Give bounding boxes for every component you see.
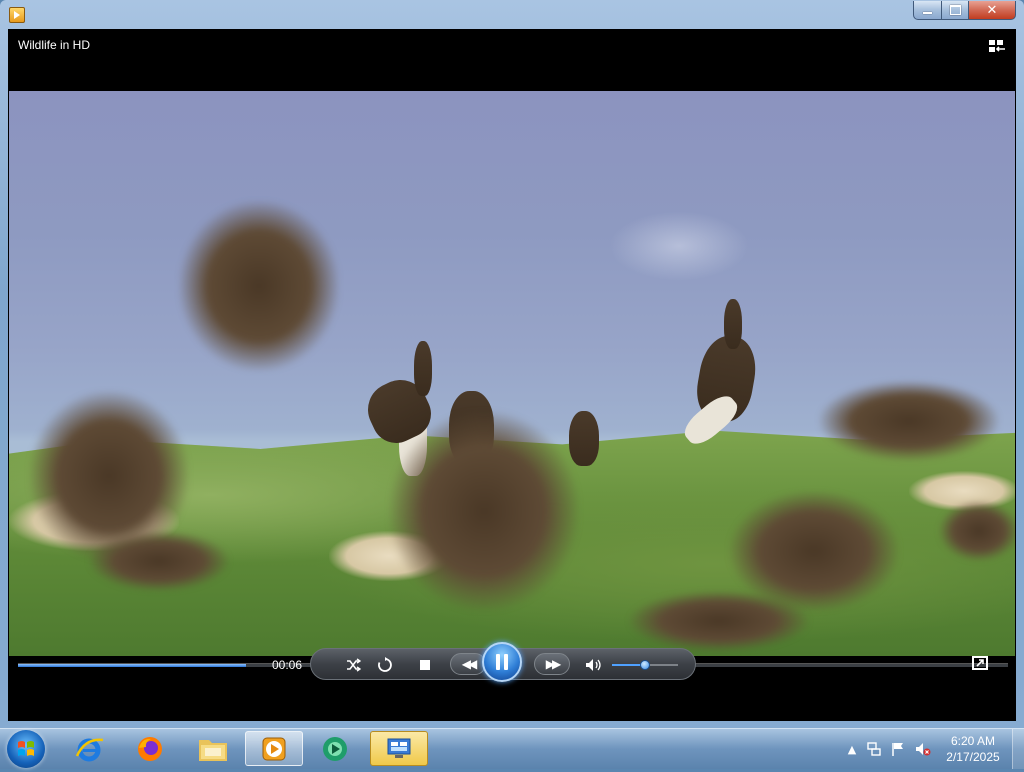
bird-neck [724, 299, 742, 349]
minimize-icon [923, 11, 932, 14]
stop-icon [420, 660, 430, 670]
video-title: Wildlife in HD [18, 38, 91, 52]
volume-tray-button[interactable] [915, 741, 931, 757]
taskbar-windows-explorer[interactable] [184, 731, 242, 766]
pause-icon [494, 654, 510, 670]
next-icon: ▶▶ [545, 657, 562, 671]
previous-icon: ◀◀ [461, 657, 478, 671]
taskbar-windows-media-center[interactable] [306, 731, 364, 766]
media-player-window: ✕ Wildlife in HD 00:06 ◀◀ ▶▶ [0, 0, 1024, 728]
show-desktop-button[interactable] [1012, 729, 1024, 769]
flag-icon [892, 743, 903, 756]
media-center-icon [323, 736, 347, 761]
clock-time: 6:20 AM [950, 734, 996, 748]
pause-button[interactable] [482, 642, 522, 682]
flying-bird [629, 591, 809, 651]
close-icon: ✕ [986, 2, 998, 18]
flying-bird [939, 501, 1015, 561]
chevron-up-icon: ▲ [847, 742, 857, 756]
maximize-icon [949, 5, 961, 15]
taskbar-remote-desktop-app[interactable] [370, 731, 428, 766]
stop-button[interactable] [415, 656, 435, 674]
shuffle-icon [347, 658, 361, 672]
system-clock[interactable]: 6:20 AM 2/17/2025 [938, 733, 1008, 765]
show-hidden-icons-button[interactable]: ▲ [844, 741, 860, 757]
start-button[interactable] [7, 730, 45, 768]
taskbar: ▲ 6:20 AM 2/17/2025 [0, 728, 1024, 769]
repeat-icon [378, 657, 392, 672]
media-player-app-icon [262, 737, 286, 760]
flying-bird [819, 381, 999, 461]
shuffle-button[interactable] [343, 656, 363, 674]
speaker-muted-icon [916, 743, 931, 756]
close-button[interactable]: ✕ [968, 1, 1016, 20]
next-button[interactable]: ▶▶ [534, 653, 570, 675]
previous-button[interactable]: ◀◀ [450, 653, 486, 675]
cloud [609, 211, 749, 281]
minimize-button[interactable] [913, 1, 942, 20]
elapsed-time: 00:06 [272, 658, 303, 672]
taskbar-windows-media-player[interactable] [245, 731, 303, 766]
taskbar-firefox[interactable] [121, 731, 179, 766]
control-panel-icon [387, 738, 411, 758]
switch-to-library-icon[interactable] [987, 38, 1007, 54]
clock-date: 2/17/2025 [946, 750, 1000, 764]
maximize-button[interactable] [941, 1, 969, 20]
fullscreen-button[interactable] [972, 656, 988, 670]
volume-thumb[interactable] [640, 660, 650, 670]
folder-icon [199, 739, 227, 761]
internet-explorer-icon [75, 738, 104, 761]
firefox-icon [138, 736, 162, 761]
title-bar[interactable]: ✕ [0, 0, 1024, 28]
network-icon [867, 742, 881, 756]
repeat-button[interactable] [375, 656, 395, 674]
network-tray-button[interactable] [866, 741, 882, 757]
volume-icon [586, 659, 601, 671]
taskbar-internet-explorer[interactable] [60, 731, 118, 766]
windows-logo-icon [18, 741, 34, 756]
flying-bird [89, 531, 229, 591]
flying-bird [389, 411, 579, 611]
mute-button[interactable] [584, 656, 604, 674]
now-playing-area: Wildlife in HD [8, 29, 1016, 721]
volume-slider[interactable] [612, 660, 678, 670]
bird-neck [414, 341, 432, 396]
media-player-icon[interactable] [9, 7, 25, 23]
action-center-button[interactable] [890, 741, 906, 757]
flying-bird [179, 201, 339, 371]
video-frame[interactable] [9, 91, 1015, 656]
fullscreen-icon [976, 659, 984, 667]
seek-progress [18, 664, 246, 667]
